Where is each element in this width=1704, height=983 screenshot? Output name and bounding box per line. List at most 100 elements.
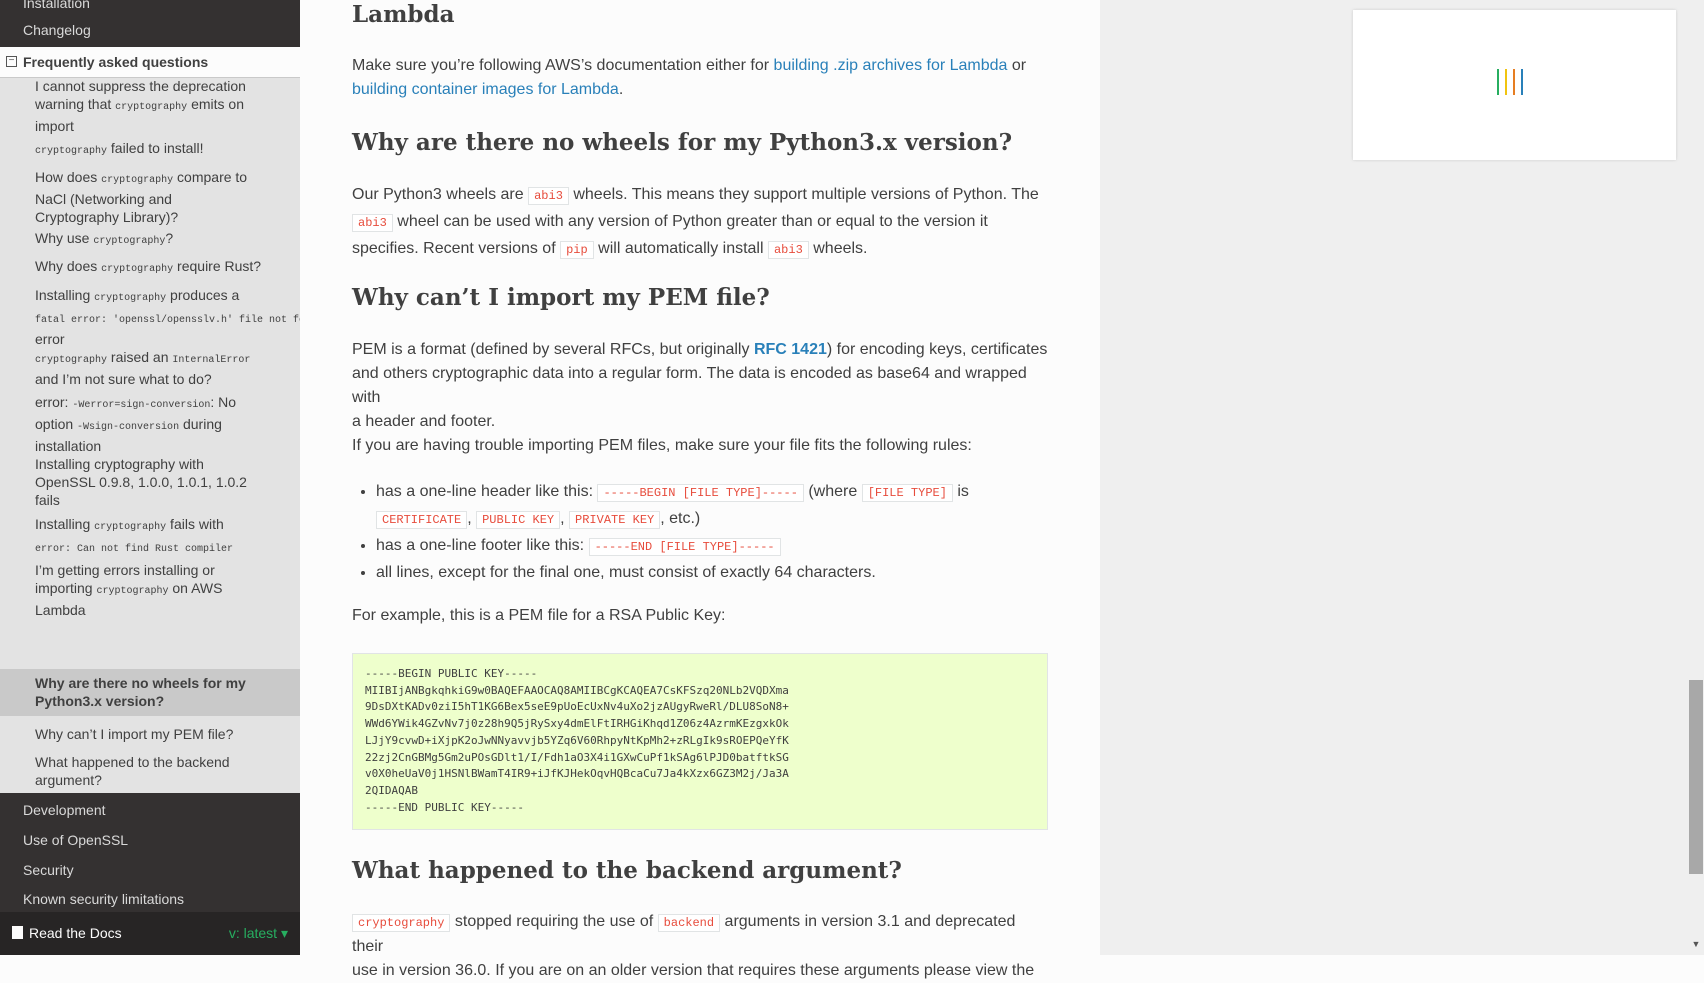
faq-item-text: emits on — [187, 96, 244, 112]
inline-code: -----BEGIN [FILE TYPE]----- — [597, 484, 804, 502]
faq-item-text: Installing — [35, 516, 95, 532]
faq-item-text: argument? — [35, 772, 102, 788]
section-heading-lambda: Lambda — [352, 1, 455, 28]
spinner-bar — [1497, 69, 1499, 95]
text: has a one-line header like this: — [376, 483, 598, 500]
text: . — [618, 81, 624, 98]
sidebar-faq-opensslv[interactable]: Installing cryptography produces a fatal… — [0, 286, 300, 348]
faq-item-text: NaCl (Networking and — [35, 191, 172, 207]
sidebar-faq-rust[interactable]: Why does cryptography require Rust? — [0, 257, 300, 279]
section-heading-backend: What happened to the backend argument? — [352, 857, 902, 884]
sidebar-item-openssl[interactable]: Use of OpenSSL — [0, 830, 300, 850]
faq-item-code: -Wsign-conversion — [77, 422, 180, 433]
text: use in version 36.0. If you are on an ol… — [352, 962, 1035, 979]
sidebar-faq-internal-error[interactable]: cryptography raised an InternalError and… — [0, 348, 300, 388]
faq-item-text: error: — [35, 394, 73, 410]
faq-item-text: What happened to the backend — [35, 754, 230, 770]
pem-code-block[interactable]: -----BEGIN PUBLIC KEY----- MIIBIjANBgkqh… — [352, 653, 1048, 830]
caret-down-icon: ▾ — [280, 925, 288, 941]
text: wheels. — [808, 240, 868, 257]
faq-item-text: ? — [165, 230, 174, 246]
sidebar-item-known-limitations[interactable]: Known security limitations — [0, 889, 300, 909]
paragraph-backend: cryptography stopped requiring the use o… — [352, 910, 1048, 983]
faq-item-text: fails — [35, 492, 60, 508]
faq-item-text: raised an — [107, 349, 173, 365]
faq-item-text: option — [35, 416, 78, 432]
text: stopped requiring the use of — [450, 913, 658, 930]
sidebar-faq-why-use[interactable]: Why use cryptography? — [0, 229, 300, 251]
sidebar-faq-openssl-old[interactable]: Installing cryptography with OpenSSL 0.9… — [0, 455, 300, 509]
inline-code: pip — [560, 241, 594, 259]
faq-item-code: error: Can not find Rust compiler — [35, 544, 234, 555]
faq-item-code: cryptography — [96, 586, 169, 597]
inline-code: [FILE TYPE] — [861, 484, 953, 502]
text: , etc.) — [660, 510, 701, 527]
text: and others cryptographic data into a reg… — [352, 365, 1027, 406]
faq-item-code: -Werror=sign-conversion — [72, 400, 211, 411]
sidebar-item-installation[interactable]: Installation — [0, 0, 300, 13]
faq-item-text: warning that — [35, 96, 116, 112]
version-label: v: latest — [228, 925, 278, 941]
version-selector[interactable]: v: latest ▾ — [229, 912, 288, 955]
paragraph-pem: PEM is a format (defined by several RFCs… — [352, 338, 1048, 434]
link-zip-archives[interactable]: building .zip archives for Lambda — [774, 57, 1008, 74]
inline-code: abi3 — [767, 241, 809, 259]
faq-item-code: cryptography — [35, 146, 108, 157]
section-heading-wheels: Why are there no wheels for my Python3.x… — [352, 129, 1013, 156]
ad-loading-card — [1353, 10, 1676, 160]
text: wheel can be used with any version of Py… — [392, 213, 988, 230]
inline-code: PRIVATE KEY — [569, 511, 661, 529]
faq-item-text: I’m getting errors installing or — [35, 562, 215, 578]
inline-code: CERTIFICATE — [376, 511, 468, 529]
faq-item-text: How does — [35, 169, 102, 185]
sidebar-faq-aws-lambda[interactable]: I’m getting errors installing or importi… — [0, 561, 300, 619]
sidebar-item-changelog[interactable]: Changelog — [0, 20, 300, 40]
faq-item-text: installation — [35, 438, 102, 454]
sidebar-faq-wheels[interactable]: Why are there no wheels for my Python3.x… — [0, 669, 300, 716]
sidebar-faq-deprecation[interactable]: I cannot suppress the deprecation warnin… — [0, 77, 300, 135]
faq-item-code: cryptography — [93, 236, 166, 247]
sidebar-faq-failed-install[interactable]: cryptography failed to install! — [0, 139, 300, 161]
sidebar-faq-nacl[interactable]: How does cryptography compare to NaCl (N… — [0, 168, 300, 226]
sidebar-faq-rust-compiler[interactable]: Installing cryptography fails with error… — [0, 515, 300, 559]
faq-item-text: require Rust? — [173, 258, 262, 274]
faq-item-text: importing — [35, 580, 97, 596]
sidebar-faq-pem[interactable]: Why can’t I import my PEM file? — [0, 725, 300, 743]
sidebar-item-development[interactable]: Development — [0, 800, 300, 820]
faq-item-code: cryptography — [94, 293, 167, 304]
text: Make sure you’re following AWS’s documen… — [352, 57, 774, 74]
rtd-version-bar[interactable]: Read the Docs v: latest ▾ — [0, 912, 300, 955]
faq-item-text: on AWS — [168, 580, 223, 596]
paragraph-lambda: Make sure you’re following AWS’s documen… — [352, 54, 1048, 102]
sidebar-item-security[interactable]: Security — [0, 860, 300, 880]
collapse-icon[interactable]: − — [6, 56, 17, 67]
text: (where — [803, 483, 862, 500]
paragraph-wheels: Our Python3 wheels are abi3 wheels. This… — [352, 182, 1048, 263]
text: is — [952, 483, 969, 500]
faq-item-text: I cannot suppress the deprecation — [35, 78, 246, 94]
sidebar-faq-sign-conversion[interactable]: error: -Werror=sign-conversion: No optio… — [0, 393, 300, 455]
sidebar-nav: Installation Changelog − Frequently aske… — [0, 0, 300, 955]
faq-item-text: fails with — [166, 516, 224, 532]
faq-item-text: OpenSSL 0.9.8, 1.0.0, 1.0.1, 1.0.2 — [35, 474, 247, 490]
faq-item-code: cryptography — [101, 175, 174, 186]
link-rfc-1421[interactable]: RFC 1421 — [754, 341, 827, 358]
pem-rules-list: has a one-line header like this: -----BE… — [352, 479, 1048, 585]
paragraph-example: For example, this is a PEM file for a RS… — [352, 607, 726, 624]
scrollbar-thumb[interactable] — [1689, 680, 1703, 874]
faq-item-text: Why use — [35, 230, 94, 246]
section-heading-pem: Why can’t I import my PEM file? — [352, 284, 770, 311]
faq-item-text: Installing cryptography with — [35, 456, 204, 472]
spinner-bar — [1513, 69, 1515, 95]
paragraph-trouble: If you are having trouble importing PEM … — [352, 437, 972, 454]
link-container-images[interactable]: building container images for Lambda — [352, 81, 619, 98]
faq-item-text: Why does — [35, 258, 102, 274]
sidebar-faq-panel: − Frequently asked questions I cannot su… — [0, 47, 300, 793]
sidebar-item-faq[interactable]: − Frequently asked questions — [0, 47, 300, 78]
faq-item-text: : No — [210, 394, 237, 410]
scroll-down-icon[interactable]: ▼ — [1690, 938, 1702, 950]
sidebar-faq-backend[interactable]: What happened to the backend argument? — [0, 753, 300, 789]
faq-item-text: Lambda — [35, 602, 86, 618]
faq-item-text: Why are there no wheels for my — [35, 675, 246, 691]
text: ) for encoding keys, certificates — [826, 341, 1048, 358]
